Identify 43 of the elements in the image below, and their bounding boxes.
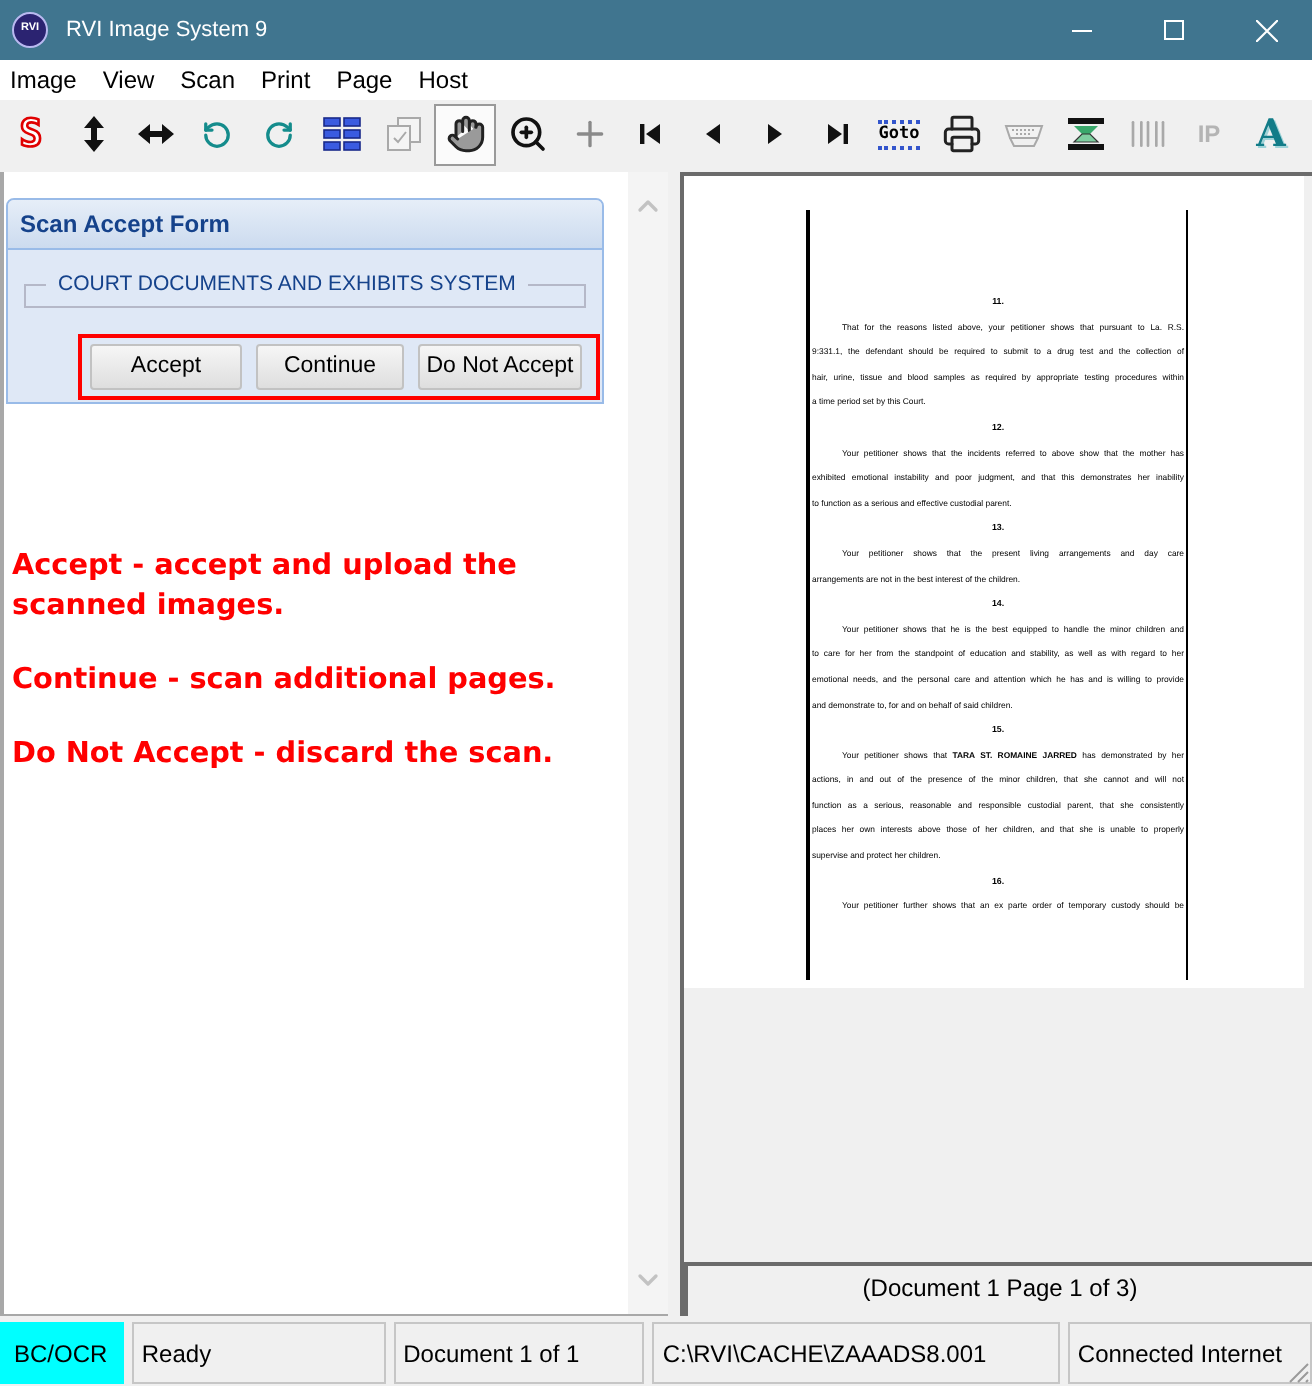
mode-indicator: BC/OCR (0, 1322, 124, 1384)
zoom-in-icon (507, 114, 547, 154)
maximize-icon (1164, 20, 1184, 40)
hand-icon (445, 114, 485, 154)
status-panel: Connected Internet (1067, 1322, 1312, 1384)
rotate-right-icon (264, 119, 294, 149)
resize-grip-icon[interactable] (1286, 1360, 1310, 1384)
goto-button[interactable]: Goto (868, 103, 930, 165)
grid-view-icon (321, 116, 361, 152)
form-title: Scan Accept Form (20, 208, 230, 242)
menu-item[interactable]: Print (261, 62, 311, 98)
menu-item[interactable]: Host (418, 62, 468, 98)
accept-button[interactable]: Accept (90, 344, 242, 390)
previous-page-icon (706, 122, 720, 146)
horizontal-arrows-icon (137, 124, 173, 144)
printer-icon (941, 114, 981, 154)
status-panel: Document 1 of 1 (393, 1322, 645, 1384)
vertical-arrows-icon (83, 116, 103, 152)
menu-item[interactable]: Page (336, 62, 393, 98)
window-title: RVI Image System 9 (66, 15, 268, 46)
status-panel: C:\RVI\CACHE\ZAAADS8.001 (652, 1322, 1060, 1384)
menu-item[interactable]: Scan (180, 62, 236, 98)
hand-tool-button[interactable] (434, 103, 496, 165)
rotate-left-icon (202, 119, 232, 149)
last-page-icon (826, 122, 848, 146)
menu-item[interactable]: Image (10, 62, 77, 98)
next-page-icon (768, 122, 782, 146)
scanner-icon (1003, 120, 1043, 148)
group-title: COURT DOCUMENTS AND EXHIBITS SYSTEM (56, 270, 518, 298)
status-panel: Ready (131, 1322, 386, 1384)
minimize-icon (1072, 29, 1092, 31)
instruction-text: Continue - scan additional pages. (12, 662, 558, 700)
reject-button[interactable]: Do Not Accept (418, 344, 582, 390)
pages-icon (385, 116, 421, 152)
close-icon (1255, 19, 1277, 41)
instruction-text: Do Not Accept - discard the scan. (12, 736, 556, 774)
scanner-icon (1065, 116, 1105, 152)
continue-button[interactable]: Continue (256, 344, 404, 390)
instruction-text: Accept - accept and upload the scanned images. (12, 548, 519, 626)
first-page-icon (640, 122, 662, 146)
text-tool-button[interactable]: A (1240, 103, 1302, 165)
page-indicator: (Document 1 Page 1 of 3) (684, 1262, 1312, 1316)
menu-item[interactable]: View (102, 62, 155, 98)
